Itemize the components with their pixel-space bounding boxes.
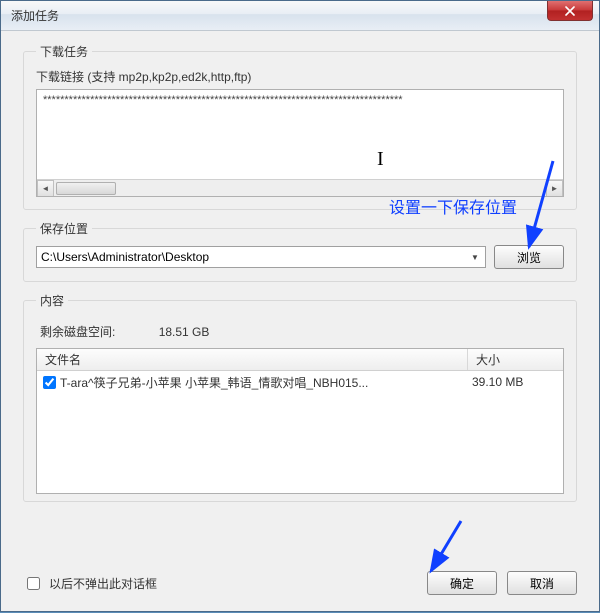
dont-show-again-checkbox[interactable] [27, 577, 40, 590]
scroll-thumb[interactable] [56, 182, 116, 195]
file-table: 文件名 大小 T-ara^筷子兄弟-小苹果 小苹果_韩语_情歌对唱_NBH015… [36, 348, 564, 494]
download-fieldset: 下载任务 下载链接 (支持 mp2p,kp2p,ed2k,http,ftp) *… [23, 43, 577, 210]
table-row[interactable]: T-ara^筷子兄弟-小苹果 小苹果_韩语_情歌对唱_NBH015... 39.… [37, 371, 563, 393]
disk-space-row: 剩余磁盘空间: 18.51 GB [40, 323, 560, 340]
column-header-filename[interactable]: 文件名 [37, 349, 468, 370]
save-path-combobox[interactable]: C:\Users\Administrator\Desktop ▼ [36, 246, 486, 268]
titlebar: 添加任务 [1, 1, 599, 31]
close-icon [565, 6, 575, 16]
footer-row: 以后不弹出此对话框 确定 取消 [23, 571, 577, 595]
link-textarea[interactable]: ****************************************… [36, 89, 564, 197]
content-legend: 内容 [36, 292, 68, 309]
save-location-legend: 保存位置 [36, 220, 92, 237]
column-header-size[interactable]: 大小 [468, 349, 563, 370]
link-label: 下载链接 (支持 mp2p,kp2p,ed2k,http,ftp) [36, 68, 564, 85]
chevron-down-icon: ▼ [467, 249, 483, 265]
content-fieldset: 内容 剩余磁盘空间: 18.51 GB 文件名 大小 T-ara^筷子兄弟-小苹… [23, 292, 577, 502]
dialog-window: 添加任务 下载任务 下载链接 (支持 mp2p,kp2p,ed2k,http,f… [0, 0, 600, 612]
dont-show-again-label[interactable]: 以后不弹出此对话框 [23, 574, 157, 593]
scroll-track[interactable] [54, 180, 546, 197]
disk-space-value: 18.51 GB [159, 325, 210, 339]
cancel-button[interactable]: 取消 [507, 571, 577, 595]
horizontal-scrollbar[interactable]: ◄ ► [37, 179, 563, 196]
ok-button[interactable]: 确定 [427, 571, 497, 595]
file-size-cell: 39.10 MB [464, 375, 559, 389]
scroll-right-arrow[interactable]: ► [546, 180, 563, 197]
browse-button[interactable]: 浏览 [494, 245, 564, 269]
dont-show-again-text: 以后不弹出此对话框 [49, 575, 157, 592]
file-checkbox[interactable] [43, 376, 56, 389]
content-area: 下载任务 下载链接 (支持 mp2p,kp2p,ed2k,http,ftp) *… [1, 31, 599, 611]
save-path-value: C:\Users\Administrator\Desktop [41, 250, 209, 264]
disk-space-label: 剩余磁盘空间: [40, 325, 115, 339]
download-legend: 下载任务 [36, 43, 92, 60]
file-name-cell: T-ara^筷子兄弟-小苹果 小苹果_韩语_情歌对唱_NBH015... [60, 374, 464, 391]
file-table-header: 文件名 大小 [37, 349, 563, 371]
link-textarea-value: ****************************************… [37, 90, 563, 180]
save-location-fieldset: 保存位置 C:\Users\Administrator\Desktop ▼ 浏览 [23, 220, 577, 282]
scroll-left-arrow[interactable]: ◄ [37, 180, 54, 197]
window-title: 添加任务 [11, 7, 59, 24]
close-button[interactable] [547, 1, 593, 21]
